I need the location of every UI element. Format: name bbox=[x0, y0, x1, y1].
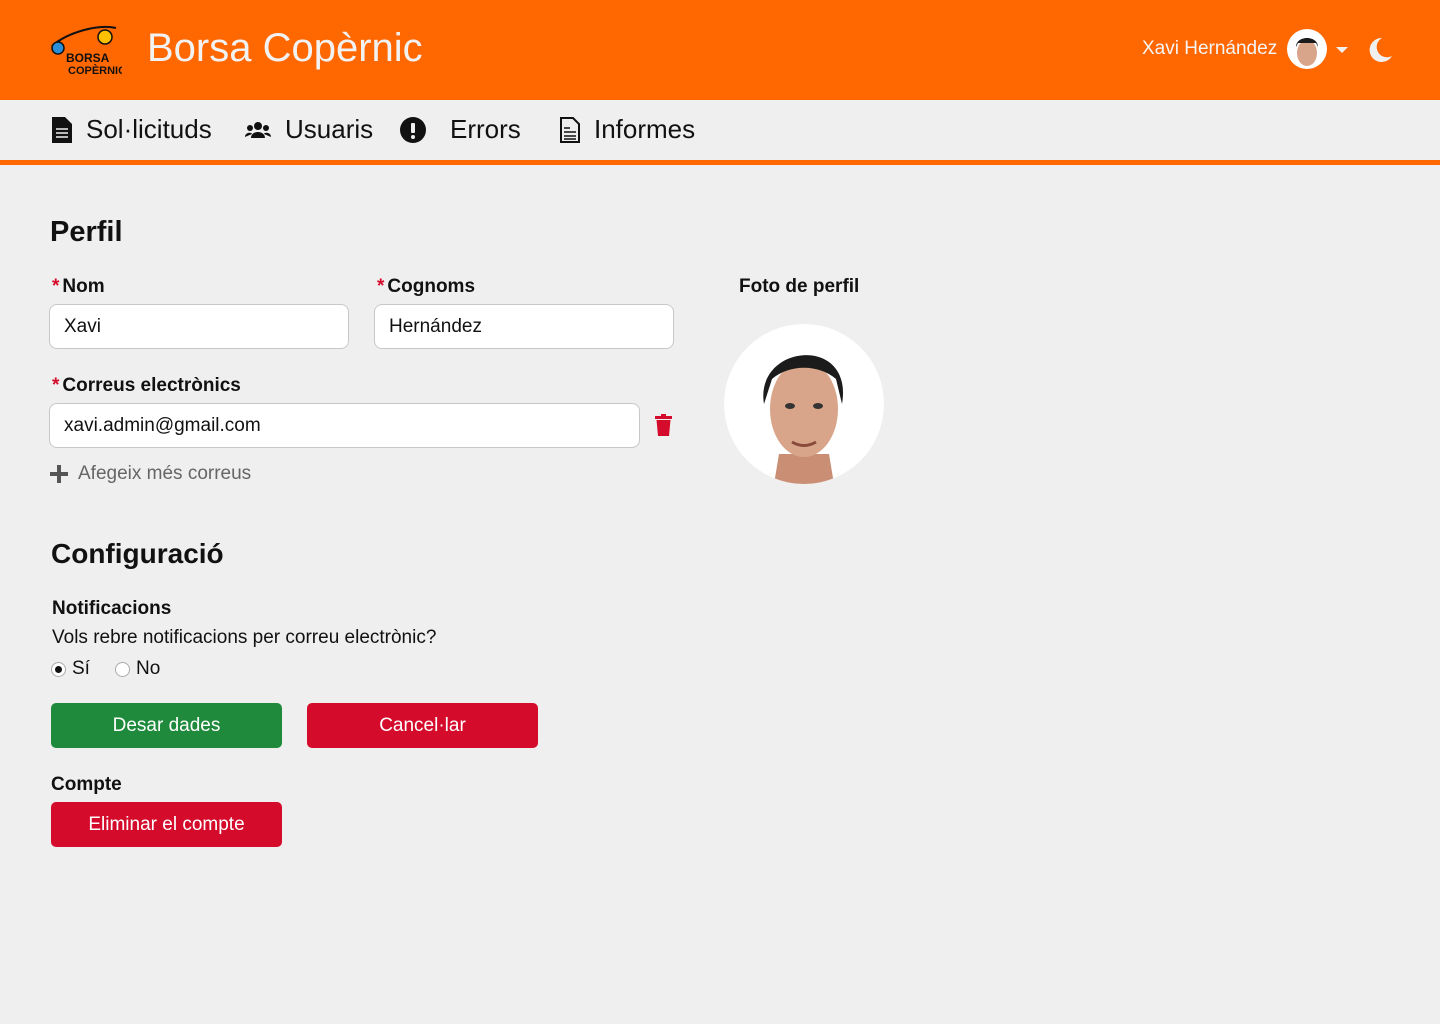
plus-icon bbox=[50, 465, 68, 483]
account-label: Compte bbox=[51, 774, 122, 795]
required-marker: * bbox=[52, 375, 60, 396]
app-title: Borsa Copèrnic bbox=[147, 26, 423, 70]
trash-icon[interactable] bbox=[655, 414, 672, 436]
radio-label: No bbox=[136, 658, 161, 679]
radio-button[interactable] bbox=[115, 661, 130, 677]
notifications-label: Notificacions bbox=[52, 598, 172, 619]
label-text: Cognoms bbox=[387, 276, 476, 297]
radio-no[interactable]: No bbox=[115, 658, 160, 680]
radio-button-checked[interactable] bbox=[51, 661, 66, 677]
radio-yes[interactable]: Sí bbox=[51, 658, 90, 680]
required-marker: * bbox=[52, 276, 60, 297]
nav-item-usuaris[interactable]: Usuaris bbox=[245, 114, 373, 145]
email-input[interactable]: xavi.admin@gmail.com bbox=[49, 403, 640, 448]
required-marker: * bbox=[377, 276, 385, 297]
report-icon bbox=[560, 116, 580, 143]
svg-text:BORSA: BORSA bbox=[66, 51, 110, 65]
nav-label: Errors bbox=[450, 114, 521, 144]
first-name-input[interactable]: Xavi bbox=[49, 304, 349, 349]
borsa-copernic-logo[interactable]: BORSA COPÈRNIC bbox=[48, 24, 122, 78]
radio-label: Sí bbox=[72, 658, 90, 679]
emails-label: * Correus electrònics bbox=[52, 375, 241, 397]
users-icon bbox=[245, 121, 271, 138]
add-email-button[interactable]: Afegeix més correus bbox=[50, 463, 251, 485]
last-name-input[interactable]: Hernández bbox=[374, 304, 674, 349]
nav-label: Informes bbox=[594, 114, 696, 144]
dark-mode-moon-icon[interactable] bbox=[1366, 36, 1394, 64]
add-email-label: Afegeix més correus bbox=[78, 463, 252, 484]
profile-title: Perfil bbox=[50, 216, 123, 248]
nav-label: Usuaris bbox=[285, 114, 374, 144]
top-header: BORSA COPÈRNIC Borsa Copèrnic Xavi Herná… bbox=[0, 0, 1440, 100]
label-text: Nom bbox=[62, 276, 105, 297]
nav-item-informes[interactable]: Informes bbox=[560, 114, 695, 145]
nav-item-errors[interactable]: Errors bbox=[400, 114, 521, 145]
first-name-label: * Nom bbox=[52, 276, 105, 298]
profile-photo[interactable] bbox=[724, 324, 884, 484]
photo-label: Foto de perfil bbox=[739, 276, 860, 297]
file-icon bbox=[52, 116, 72, 143]
user-avatar[interactable] bbox=[1287, 29, 1327, 69]
nav-label: Sol·licituds bbox=[86, 114, 212, 144]
notifications-question: Vols rebre notificacions per correu elec… bbox=[52, 627, 437, 648]
svg-text:COPÈRNIC: COPÈRNIC bbox=[68, 64, 122, 77]
cancel-button[interactable]: Cancel·lar bbox=[307, 703, 538, 748]
main-nav: Sol·licituds Usuaris Errors Informes bbox=[0, 100, 1440, 165]
user-menu-chevron-down-icon[interactable] bbox=[1336, 47, 1348, 53]
delete-account-button[interactable]: Eliminar el compte bbox=[51, 802, 282, 847]
save-button[interactable]: Desar dades bbox=[51, 703, 282, 748]
exclamation-circle-icon bbox=[400, 116, 426, 143]
last-name-label: * Cognoms bbox=[377, 276, 475, 298]
label-text: Correus electrònics bbox=[62, 375, 241, 396]
user-name[interactable]: Xavi Hernández bbox=[1142, 38, 1277, 60]
nav-item-sollicituds[interactable]: Sol·licituds bbox=[52, 114, 212, 145]
config-title: Configuració bbox=[51, 538, 224, 569]
